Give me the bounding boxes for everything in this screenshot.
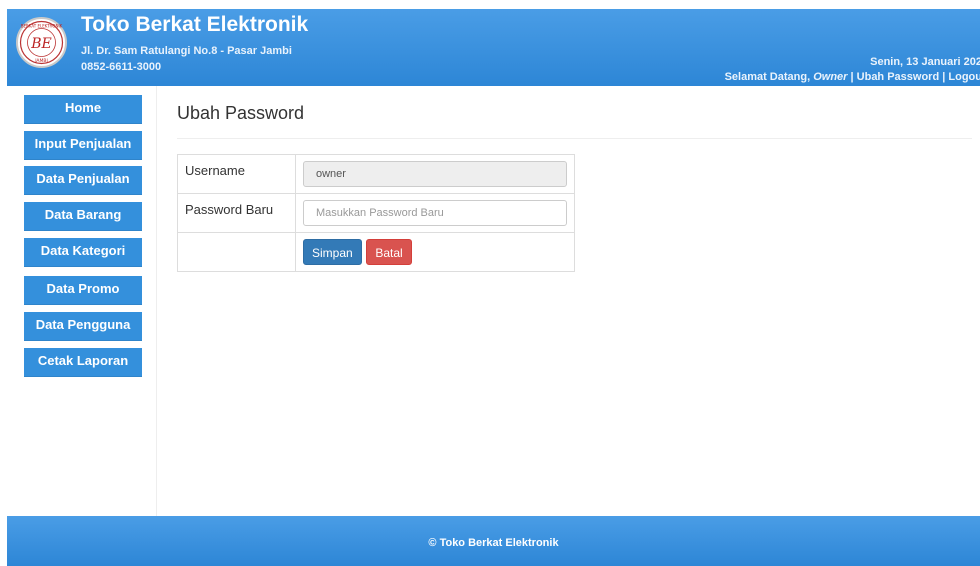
welcome-line: Selamat Datang, Owner | Ubah Password | … (725, 70, 980, 85)
page: BE BERKAT ELEKTRONIK JAMBI Toko Berkat E… (0, 0, 980, 566)
current-date: Senin, 13 Januari 202 (870, 56, 980, 68)
divider (177, 138, 972, 139)
header-user-panel: Senin, 13 Januari 202 Selamat Datang, Ow… (725, 55, 980, 85)
sidebar-item-data-barang[interactable]: Data Barang (24, 202, 142, 231)
logout-link[interactable]: Logou (948, 71, 980, 83)
sidebar-item-home[interactable]: Home (24, 95, 142, 124)
page-title: Ubah Password (177, 103, 305, 123)
sidebar: Home Input Penjualan Data Penjualan Data… (7, 86, 157, 516)
sidebar-item-data-promo[interactable]: Data Promo (24, 276, 142, 305)
password-label: Password Baru (177, 193, 296, 233)
footer: © Toko Berkat Elektronik (7, 516, 980, 566)
welcome-text: Selamat Datang, (724, 71, 811, 83)
username-label: Username (177, 154, 296, 194)
change-password-link[interactable]: Ubah Password (857, 71, 940, 83)
header: BE BERKAT ELEKTRONIK JAMBI Toko Berkat E… (7, 9, 980, 86)
store-address: Jl. Dr. Sam Ratulangi No.8 - Pasar Jambi (81, 45, 292, 57)
store-phone: 0852-6611-3000 (81, 61, 162, 73)
sidebar-item-input-penjualan[interactable]: Input Penjualan (24, 131, 142, 160)
actions-cell: Simpan Batal (295, 232, 575, 272)
logo-ring-text: BERKAT ELEKTRONIK (21, 24, 63, 29)
table-row: Simpan Batal (177, 232, 575, 272)
username-cell (295, 154, 575, 194)
cancel-button[interactable]: Batal (366, 239, 412, 265)
sidebar-item-data-pengguna[interactable]: Data Pengguna (24, 312, 142, 341)
sidebar-item-cetak-laporan[interactable]: Cetak Laporan (24, 348, 142, 377)
sidebar-item-data-penjualan[interactable]: Data Penjualan (24, 166, 142, 195)
table-row: Password Baru (177, 193, 575, 233)
empty-cell (177, 232, 296, 272)
sidebar-item-data-kategori[interactable]: Data Kategori (24, 238, 142, 267)
new-password-field[interactable] (303, 200, 567, 226)
separator: | (850, 71, 854, 83)
separator: | (942, 71, 946, 83)
change-password-form: Username Password Baru Simpan Batal (177, 154, 575, 272)
store-logo: BE BERKAT ELEKTRONIK JAMBI (16, 17, 67, 68)
password-cell (295, 193, 575, 233)
store-name: Toko Berkat Elektronik (81, 13, 309, 36)
save-button[interactable]: Simpan (303, 239, 362, 265)
username-field[interactable] (303, 161, 567, 187)
logo-city: JAMBI (34, 58, 48, 64)
user-name: Owner (813, 71, 848, 83)
table-row: Username (177, 154, 575, 194)
logo-initials: BE (30, 36, 52, 52)
